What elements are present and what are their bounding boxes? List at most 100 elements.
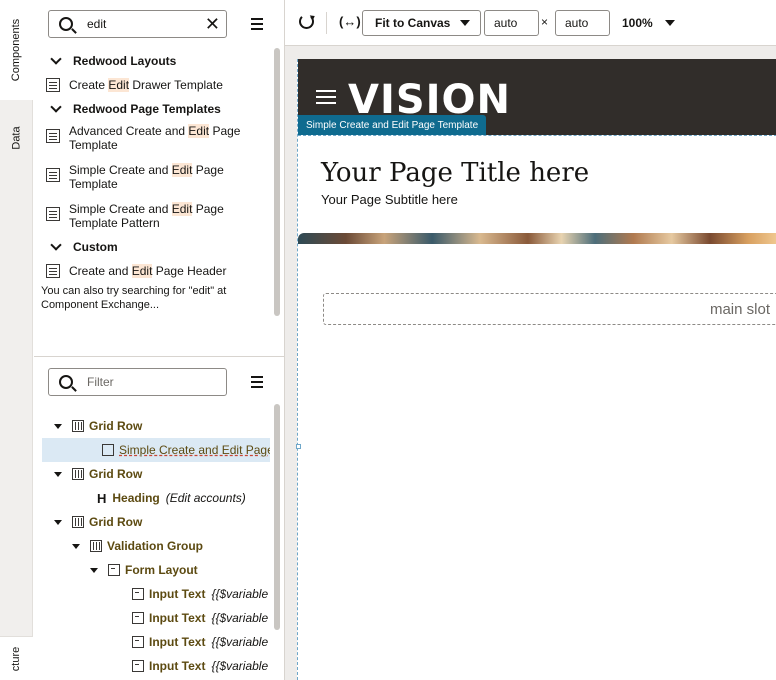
panel-divider[interactable] <box>34 356 285 357</box>
tree-node-input-text[interactable]: Input Text {{$variable <box>34 654 270 678</box>
tree-node-label: Simple Create and Edit Page <box>119 443 270 457</box>
input-text-icon <box>132 588 144 600</box>
tab-data[interactable]: Data <box>0 108 33 168</box>
component-item-simple-create-edit-pattern[interactable]: Simple Create and Edit Page Template Pat… <box>34 198 274 236</box>
component-item-simple-create-edit[interactable]: Simple Create and Edit Page Template <box>34 159 274 198</box>
tree-node-input-text[interactable]: Input Text {{$variable <box>34 630 270 654</box>
template-icon <box>102 444 114 456</box>
tab-components-label: Components <box>10 18 23 82</box>
tree-scrollbar[interactable] <box>274 404 280 630</box>
tree-node-label: Input Text <box>149 659 206 673</box>
tree-node-validation-group[interactable]: Validation Group <box>34 534 270 558</box>
grid-row-icon <box>72 516 84 528</box>
component-item-create-edit-drawer[interactable]: Create Edit Drawer Template <box>34 72 274 98</box>
component-item-create-edit-page-header[interactable]: Create and Edit Page Header <box>34 258 274 284</box>
grid-row-icon <box>72 468 84 480</box>
component-item-label: Create and Edit Page Header <box>69 264 227 278</box>
tab-components[interactable]: Components <box>0 0 33 100</box>
toolbar-divider <box>326 12 327 34</box>
tree-node-label: Validation Group <box>107 539 204 553</box>
main-slot[interactable]: main slot <box>323 293 776 325</box>
input-text-icon <box>132 660 144 672</box>
fit-width-icon[interactable]: (↔) <box>339 14 361 29</box>
tree-node-detail: {{$variable <box>211 659 269 673</box>
group-label: Custom <box>73 240 118 254</box>
zoom-dropdown-icon[interactable] <box>665 20 675 26</box>
results-scrollbar[interactable] <box>274 48 280 316</box>
refresh-icon[interactable] <box>299 14 314 29</box>
components-menu-icon[interactable] <box>251 18 263 30</box>
tree-node-label: Grid Row <box>89 515 143 529</box>
tree-node-label: Input Text <box>149 635 206 649</box>
tree-node-label: Form Layout <box>125 563 198 577</box>
resize-handle[interactable] <box>296 444 301 449</box>
tree-node-grid-row[interactable]: Grid Row <box>34 414 270 438</box>
fit-to-canvas-select[interactable]: Fit to Canvas <box>362 10 481 36</box>
structure-filter-field[interactable] <box>48 368 227 396</box>
search-icon <box>59 17 73 31</box>
tree-node-input-text[interactable]: Input Text {{$variable <box>34 582 270 606</box>
group-custom[interactable]: Custom <box>34 236 274 258</box>
component-item-label: Simple Create and Edit Page Template <box>69 163 224 191</box>
main-slot-label: main slot <box>709 301 770 318</box>
tree-node-label: Input Text <box>149 587 206 601</box>
custom-component-icon <box>46 264 60 278</box>
tab-data-label: Data <box>10 126 23 150</box>
tree-node-grid-row[interactable]: Grid Row <box>34 462 270 486</box>
tree-node-simple-create-edit-page[interactable]: Simple Create and Edit Page <box>42 438 270 462</box>
page-subtitle[interactable]: Your Page Subtitle here <box>321 192 458 207</box>
caret-down-icon[interactable] <box>90 567 98 573</box>
tab-structure[interactable]: cture <box>0 636 33 680</box>
component-item-label: Simple Create and Edit Page Template Pat… <box>69 202 224 230</box>
template-tag[interactable]: Simple Create and Edit Page Template <box>298 115 487 135</box>
dropdown-arrow-icon <box>460 20 470 26</box>
tree-node-label: Grid Row <box>89 467 143 481</box>
heading-icon: H <box>97 490 107 506</box>
validation-group-icon <box>90 540 102 552</box>
page-template-icon <box>46 129 60 143</box>
structure-tree: Grid Row Simple Create and Edit Page Gri… <box>34 414 270 678</box>
tree-node-detail: (Edit accounts) <box>165 491 246 505</box>
group-label: Redwood Layouts <box>73 54 177 68</box>
page-title[interactable]: Your Page Title here <box>321 158 589 188</box>
component-item-label: Advanced Create and Edit Page Template <box>69 124 241 152</box>
tree-node-form-layout[interactable]: Form Layout <box>34 558 270 582</box>
group-label: Redwood Page Templates <box>73 102 221 116</box>
caret-down-icon[interactable] <box>54 519 62 525</box>
page-template-icon <box>46 168 60 182</box>
page-title-area[interactable]: Your Page Title here Your Page Subtitle … <box>298 135 776 233</box>
design-canvas[interactable]: VISION Simple Create and Edit Page Templ… <box>285 46 776 680</box>
component-search-value[interactable]: edit <box>87 17 106 31</box>
component-item-advanced-create-edit[interactable]: Advanced Create and Edit Page Template <box>34 120 274 159</box>
side-tab-rail: Components Data cture <box>0 0 33 680</box>
caret-down-icon[interactable] <box>54 423 62 429</box>
structure-filter-input[interactable] <box>87 375 217 389</box>
decorative-banner <box>298 233 776 244</box>
zoom-level[interactable]: 100% <box>622 16 653 30</box>
hamburger-menu-icon[interactable] <box>316 90 336 108</box>
structure-menu-icon[interactable] <box>251 376 263 388</box>
canvas-width-input[interactable]: auto <box>484 10 539 36</box>
component-exchange-note[interactable]: You can also try searching for "edit" at… <box>34 284 254 312</box>
tree-node-label: Heading <box>112 491 160 505</box>
chevron-down-icon <box>50 239 62 251</box>
tree-node-grid-row[interactable]: Grid Row <box>34 510 270 534</box>
component-search-field[interactable]: edit ✕ <box>48 10 227 38</box>
group-redwood-page-templates[interactable]: Redwood Page Templates <box>34 98 274 120</box>
tree-node-heading[interactable]: H Heading (Edit accounts) <box>34 486 270 510</box>
caret-down-icon[interactable] <box>54 471 62 477</box>
page-preview[interactable]: VISION Simple Create and Edit Page Templ… <box>297 59 776 680</box>
tree-node-input-text[interactable]: Input Text {{$variable <box>34 606 270 630</box>
clear-search-icon[interactable]: ✕ <box>205 14 220 34</box>
designer-toolbar: (↔) Fit to Canvas auto × auto 100% <box>285 0 776 46</box>
tree-node-label: Grid Row <box>89 419 143 433</box>
layout-icon <box>46 78 60 92</box>
canvas-height-input[interactable]: auto <box>555 10 610 36</box>
tree-node-detail: {{$variable <box>211 587 269 601</box>
group-redwood-layouts[interactable]: Redwood Layouts <box>34 50 274 72</box>
caret-down-icon[interactable] <box>72 543 80 549</box>
components-panel: edit ✕ Redwood Layouts Create Edit Drawe… <box>34 0 285 680</box>
tree-node-label: Input Text <box>149 611 206 625</box>
app-header[interactable]: VISION Simple Create and Edit Page Templ… <box>298 59 776 135</box>
chevron-down-icon <box>50 53 62 65</box>
